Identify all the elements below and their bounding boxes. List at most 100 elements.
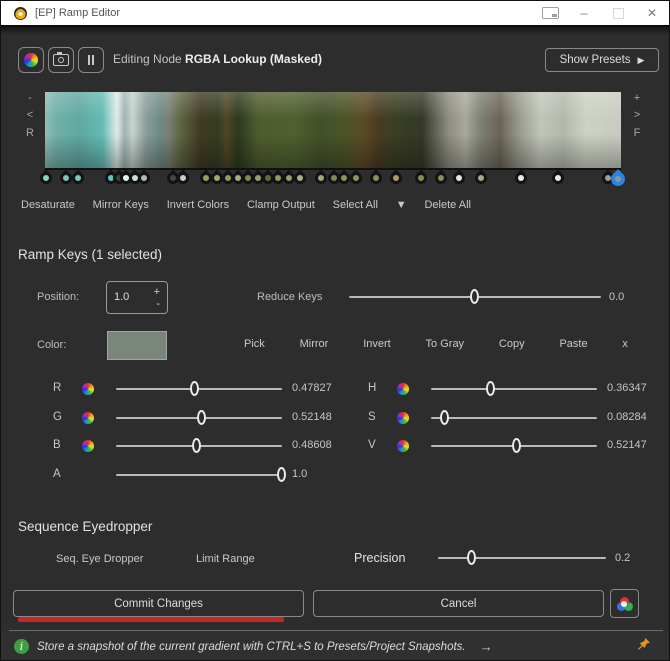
ramp-action-mirror-keys[interactable]: Mirror Keys: [93, 199, 149, 211]
precision-slider[interactable]: [438, 549, 606, 567]
tablet-icon: [542, 7, 559, 19]
titlebar-shadow: [1, 27, 669, 35]
ramp-gradient[interactable]: [45, 92, 621, 168]
ramp-action-invert-colors[interactable]: Invert Colors: [167, 199, 229, 211]
b-slider[interactable]: [116, 437, 282, 455]
ramp-shift-right[interactable]: >: [630, 109, 644, 121]
rgb-triad-icon: [617, 597, 633, 611]
ramp-key-color-dot: [74, 174, 82, 182]
ramp-flip[interactable]: F: [630, 127, 644, 139]
rgb-picker-button[interactable]: [610, 589, 639, 618]
position-increment-button[interactable]: +: [154, 287, 160, 297]
s-value: 0.08284: [607, 411, 647, 423]
ramp-key-color-dot: [554, 174, 562, 182]
color-wheel-button[interactable]: [18, 47, 44, 73]
ramp-key-color-dot: [352, 174, 360, 182]
ramp-key-color-dot: [455, 174, 463, 182]
position-label: Position:: [37, 291, 79, 303]
ramp-key[interactable]: [550, 170, 567, 187]
ramp-key[interactable]: [432, 170, 449, 187]
v-slider[interactable]: [431, 437, 597, 455]
color-wheel-icon-v[interactable]: [397, 440, 409, 452]
color-action-mirror[interactable]: Mirror: [300, 338, 329, 350]
ramp-action-select-all[interactable]: Select All: [333, 199, 378, 211]
ramp-key[interactable]: [70, 170, 87, 187]
ramp-key[interactable]: [348, 170, 365, 187]
color-action-x[interactable]: x: [622, 338, 628, 350]
ramp-shift-left[interactable]: <: [23, 109, 37, 121]
minimize-button[interactable]: –: [567, 1, 601, 25]
color-action-pick[interactable]: Pick: [244, 338, 265, 350]
limit-range-button[interactable]: Limit Range: [196, 553, 255, 565]
ramp-remove-left[interactable]: -: [23, 92, 37, 104]
arrow-right-icon[interactable]: →: [480, 639, 493, 654]
slider-label-g: G: [53, 411, 62, 423]
position-value: 1.0: [114, 291, 129, 303]
snapshot-camera-button[interactable]: [48, 47, 74, 73]
color-action-copy[interactable]: Copy: [499, 338, 525, 350]
pin-icon[interactable]: [637, 637, 651, 656]
ramp-key[interactable]: [512, 170, 529, 187]
position-field[interactable]: 1.0 + -: [106, 281, 168, 314]
seq-eye-dropper-button[interactable]: Seq. Eye Dropper: [56, 553, 143, 565]
ramp-action-desaturate[interactable]: Desaturate: [21, 199, 75, 211]
cancel-button[interactable]: Cancel: [313, 590, 604, 617]
maximize-button[interactable]: [601, 1, 635, 25]
camera-icon: [53, 54, 69, 66]
position-decrement-button[interactable]: -: [156, 299, 160, 309]
color-action-invert[interactable]: Invert: [363, 338, 391, 350]
color-wheel-icon-s[interactable]: [397, 412, 409, 424]
commit-changes-button[interactable]: Commit Changes: [13, 590, 304, 617]
ramp-key[interactable]: [38, 170, 55, 187]
v-value: 0.52147: [607, 439, 647, 451]
ramp-key-color-dot: [477, 174, 485, 182]
pause-icon: [88, 55, 94, 65]
ramp-keys-heading: Ramp Keys (1 selected): [18, 247, 162, 262]
show-presets-button[interactable]: Show Presets▶: [545, 48, 659, 72]
ramp-action-delete-all[interactable]: Delete All: [424, 199, 470, 211]
ramp-key-color-dot: [140, 174, 148, 182]
ramp-add-right[interactable]: +: [630, 92, 644, 104]
ramp-action-clamp-output[interactable]: Clamp Output: [247, 199, 315, 211]
ramp-key[interactable]: [451, 170, 468, 187]
close-button[interactable]: ✕: [635, 1, 669, 25]
color-actions-row: Pick Mirror Invert To Gray Copy Paste x: [244, 338, 628, 350]
ramp-key-color-dot: [285, 174, 293, 182]
ramp-key-color-dot: [436, 174, 444, 182]
color-action-paste[interactable]: Paste: [559, 338, 587, 350]
commit-highlight-bar: [18, 617, 284, 622]
key-color-swatch[interactable]: [107, 331, 167, 360]
slider-label-s: S: [368, 411, 376, 423]
ramp-key-color-dot: [517, 174, 525, 182]
slider-label-b: B: [53, 439, 61, 451]
ramp-editor-window: [EP] Ramp Editor – ✕ Editing Node RGBA L…: [0, 0, 670, 661]
s-slider[interactable]: [431, 409, 597, 427]
ramp-key[interactable]: [413, 170, 430, 187]
ramp-key-color-dot: [296, 174, 304, 182]
reduce-keys-slider[interactable]: [349, 288, 601, 306]
color-wheel-icon: [24, 53, 38, 67]
tablet-mode-button[interactable]: [533, 1, 567, 25]
ramp-key[interactable]: [387, 170, 404, 187]
ramp-key[interactable]: [175, 170, 192, 187]
a-slider[interactable]: [116, 466, 282, 484]
ramp-key[interactable]: [368, 170, 385, 187]
color-wheel-icon-b[interactable]: [82, 440, 94, 452]
play-icon: ▶: [638, 55, 645, 66]
app-icon: [14, 7, 27, 20]
ramp-key[interactable]: [473, 170, 490, 187]
ramp-reverse[interactable]: R: [23, 127, 37, 139]
ramp-action-[interactable]: ▼: [396, 199, 407, 211]
ramp-key[interactable]: [292, 170, 309, 187]
precision-label: Precision: [354, 551, 405, 565]
color-wheel-icon-h[interactable]: [397, 383, 409, 395]
color-wheel-icon-r[interactable]: [82, 383, 94, 395]
editing-node-label: Editing Node RGBA Lookup (Masked): [113, 52, 322, 66]
pause-button[interactable]: [78, 47, 104, 73]
color-action-to-gray[interactable]: To Gray: [426, 338, 465, 350]
h-slider[interactable]: [431, 380, 597, 398]
r-slider[interactable]: [116, 380, 282, 398]
color-wheel-icon-g[interactable]: [82, 412, 94, 424]
ramp-key-color-dot: [42, 174, 50, 182]
g-slider[interactable]: [116, 409, 282, 427]
